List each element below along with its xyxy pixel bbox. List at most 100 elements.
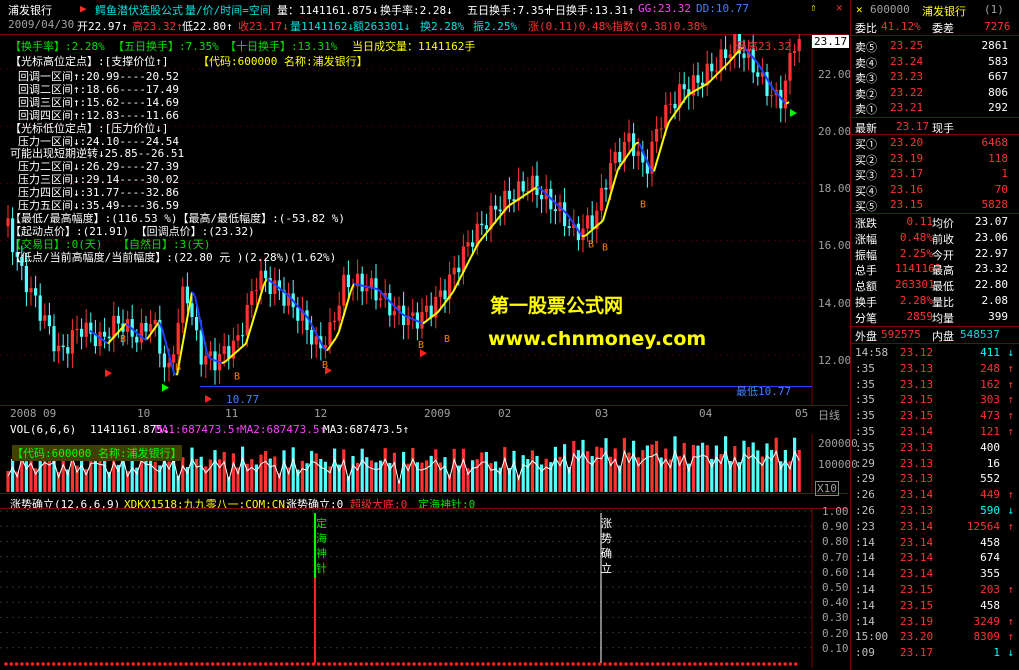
vol-code-tag: 【代码:600000 名称:浦发银行】 xyxy=(12,445,182,461)
tick-price: 23.12 xyxy=(900,346,934,359)
volume-bar xyxy=(696,445,700,492)
tick-price: 23.14 xyxy=(900,535,934,549)
ma-line xyxy=(617,164,622,170)
candle-body xyxy=(567,226,571,229)
needle-label-4: 针 xyxy=(316,562,327,575)
candle-body xyxy=(604,187,608,190)
ind-dot xyxy=(41,662,45,666)
tick-row[interactable]: :14 23.14 674 xyxy=(855,551,1016,567)
panel-num-icon[interactable]: (1) xyxy=(984,3,1004,16)
sell-row[interactable]: 卖① 23.21 292 xyxy=(855,101,1016,118)
inner-label: 内盘 xyxy=(932,330,954,343)
ind-dot xyxy=(25,662,30,666)
volume-bar xyxy=(323,461,327,492)
buy-b-marker: B xyxy=(602,243,608,254)
candle-body xyxy=(728,54,732,59)
volume-bar xyxy=(590,456,594,492)
tick-row[interactable]: :35 23.15 303 ↑ xyxy=(855,393,1016,409)
stat-row: 总额 263301 最低 22.80 xyxy=(855,278,1016,295)
tick-row[interactable]: :14 23.15 203 ↑ xyxy=(855,583,1016,599)
ind-dot xyxy=(772,662,777,666)
price-axis-16: 16.00 xyxy=(818,239,852,252)
tick-row[interactable]: :35 23.13 162 ↑ xyxy=(855,378,1016,394)
tick-row[interactable]: :26 23.13 590 ↓ xyxy=(855,504,1016,520)
ind-dot xyxy=(486,662,491,666)
buy-row[interactable]: 买③ 23.17 1 xyxy=(855,167,1016,184)
ma-line xyxy=(332,337,337,343)
ind-dot xyxy=(581,662,586,666)
ind-dot xyxy=(491,662,496,666)
candle-body xyxy=(241,335,245,337)
ind-dot xyxy=(719,662,724,666)
sell-price: 23.24 xyxy=(890,54,924,68)
ma-line xyxy=(539,187,544,192)
sell-row[interactable]: 卖② 23.22 806 xyxy=(855,86,1016,103)
buy-row[interactable]: 买② 23.19 118 xyxy=(855,152,1016,169)
buy-row[interactable]: 买① 23.20 6468 xyxy=(855,136,1016,153)
ind-dot xyxy=(656,662,660,666)
tick-row[interactable]: :35 23.14 121 ↑ xyxy=(855,425,1016,441)
candle-body xyxy=(535,175,539,195)
tick-row[interactable]: 15:00 23.20 8309 ↑ xyxy=(855,630,1016,646)
tick-row[interactable]: :26 23.14 449 ↑ xyxy=(855,488,1016,504)
turnover10-text: 十日换手:13.31↑ xyxy=(544,4,635,17)
tick-row[interactable]: :35 23.13 248 ↑ xyxy=(855,362,1016,378)
ind-dot xyxy=(104,662,109,666)
ind-dot xyxy=(613,662,618,666)
candle-body xyxy=(342,274,346,306)
stat-value: 2859 xyxy=(906,309,934,323)
tick-dir: ↑ xyxy=(1007,583,1014,596)
formula-name[interactable]: 鳄鱼潜伏选股公式 xyxy=(95,2,183,18)
tick-row[interactable]: :23 23.14 12564 ↑ xyxy=(855,520,1016,536)
candle-body xyxy=(222,346,226,354)
ind-dot xyxy=(311,662,316,666)
volume-bar xyxy=(774,437,778,492)
sell-row[interactable]: 卖④ 23.24 583 xyxy=(855,55,1016,72)
tick-time: :14 xyxy=(855,567,875,581)
stat-row: 涨跌 0.11 均价 23.07 xyxy=(855,215,1016,232)
volume-bar xyxy=(452,448,456,492)
signal-arrow xyxy=(325,366,332,375)
tick-row[interactable]: 14:58 23.12 411 ↓ xyxy=(855,346,1016,362)
ind-dot xyxy=(507,662,512,666)
sell-row[interactable]: 卖⑤ 23.25 2861 xyxy=(855,39,1016,56)
weicha-label: 委差 xyxy=(932,22,954,35)
candle-body xyxy=(57,345,61,352)
volume-bar xyxy=(682,442,686,492)
tick-volume: 203 xyxy=(980,583,1000,596)
sell-price: 23.21 xyxy=(890,101,924,114)
tick-price: 23.13 xyxy=(900,377,934,391)
close-icon[interactable]: ✕ xyxy=(836,1,843,14)
tick-price: 23.15 xyxy=(900,598,934,612)
volume-bar xyxy=(47,456,51,492)
volume-chart[interactable] xyxy=(0,434,848,494)
tick-price: 23.13 xyxy=(900,504,934,517)
period-label[interactable]: 日线 xyxy=(818,407,840,423)
candle-body xyxy=(563,202,567,227)
candle-body xyxy=(34,288,38,296)
candle-body xyxy=(190,303,194,317)
indicator-chart[interactable] xyxy=(0,508,848,668)
tick-row[interactable]: :14 23.15 458 xyxy=(855,599,1016,615)
volume-bar xyxy=(471,460,475,492)
tick-row[interactable]: :14 23.19 3249 ↑ xyxy=(855,615,1016,631)
buy-row[interactable]: 买④ 23.16 70 xyxy=(855,183,1016,200)
tick-row[interactable]: :09 23.17 1 ↓ xyxy=(855,646,1016,662)
tick-row[interactable]: :14 23.14 355 xyxy=(855,567,1016,583)
scroll-up-icon[interactable]: ⇧ xyxy=(810,1,817,14)
volume-bar xyxy=(199,456,203,492)
ind-dot xyxy=(672,662,676,666)
tick-row[interactable]: :29 23.13 16 xyxy=(855,457,1016,473)
sell-row[interactable]: 卖③ 23.23 667 xyxy=(855,70,1016,87)
tick-price: 23.14 xyxy=(900,567,934,581)
tick-row[interactable]: :14 23.14 458 xyxy=(855,536,1016,552)
candle-body xyxy=(507,190,511,200)
tick-volume: 473 xyxy=(980,409,1000,423)
tick-row[interactable]: :29 23.13 552 xyxy=(855,472,1016,488)
volume-bar xyxy=(461,448,465,492)
tick-row[interactable]: :35 23.15 473 ↑ xyxy=(855,409,1016,425)
tick-row[interactable]: :35 23.13 400 xyxy=(855,441,1016,457)
panel-close-icon[interactable]: ✕ xyxy=(856,3,863,16)
candle-body xyxy=(742,53,746,58)
ma-line xyxy=(668,117,673,123)
